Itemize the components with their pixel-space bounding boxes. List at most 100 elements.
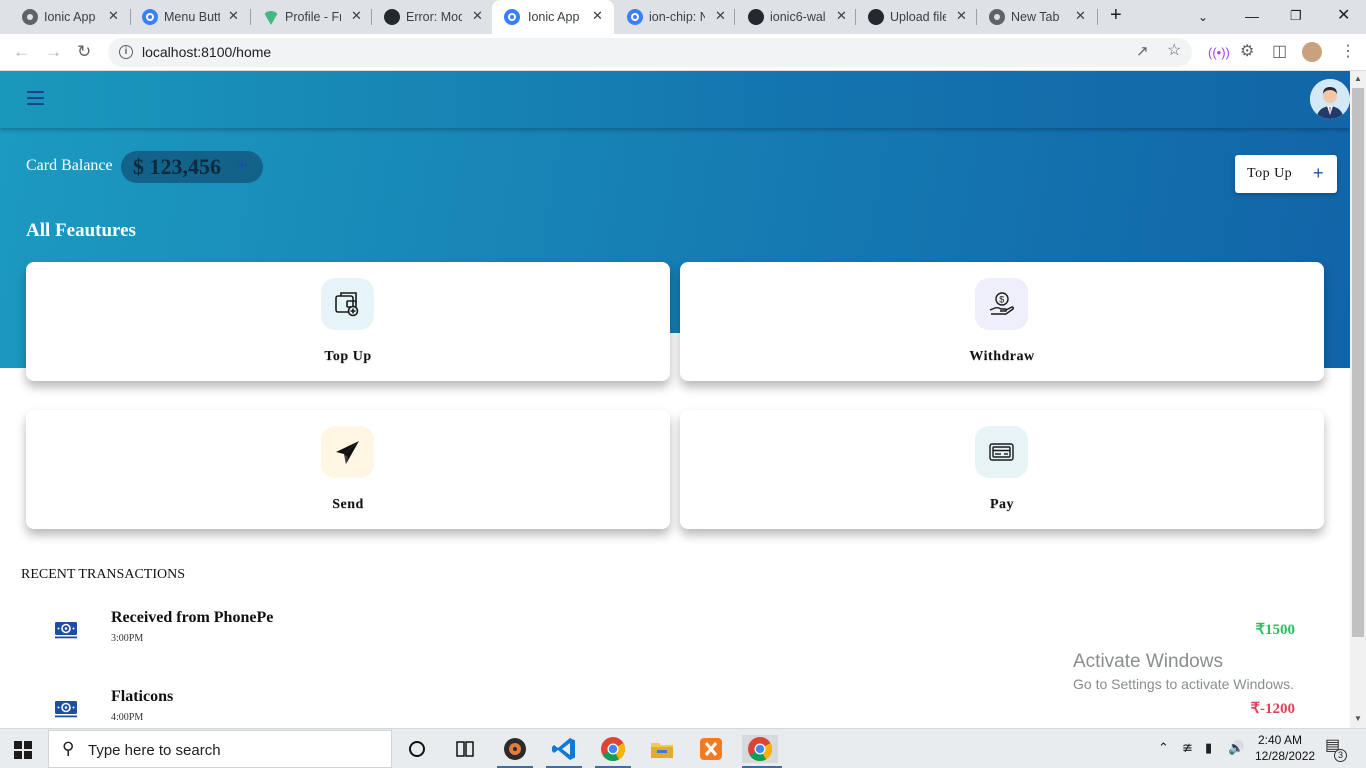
tab-search-icon[interactable]: ⌄ [1198, 7, 1208, 27]
browser-tab[interactable]: Error: Mod ✕ [362, 0, 492, 34]
browser-tab-active[interactable]: Ionic App ✕ [492, 0, 614, 34]
avatar[interactable] [1310, 79, 1350, 119]
scrollbar-thumb[interactable] [1352, 88, 1364, 637]
balance-chip[interactable]: $ 123,456 + [121, 151, 263, 183]
close-icon[interactable]: ✕ [715, 8, 726, 24]
info-icon[interactable]: i [119, 45, 133, 59]
ionic-icon [142, 9, 158, 25]
feature-label: Pay [989, 497, 1015, 512]
tab-title: Ionic App [44, 10, 96, 24]
watermark-subtitle: Go to Settings to activate Windows. [1073, 676, 1294, 692]
browser-tab[interactable]: Profile - Fr ✕ [241, 0, 371, 34]
scroll-down-icon[interactable]: ▼ [1354, 714, 1362, 724]
browser-tab[interactable]: Menu Butt ✕ [120, 0, 250, 34]
wifi-icon[interactable]: ≇ [1182, 740, 1193, 756]
vscode-icon[interactable] [550, 735, 578, 763]
browser-tab-strip: Ionic App ✕ Menu Butt ✕ Profile - Fr ✕ E… [0, 0, 1366, 34]
media-router-icon[interactable]: ((•)) [1208, 43, 1230, 63]
chrome-icon [22, 9, 38, 25]
tab-separator [1097, 9, 1098, 25]
media-app-icon[interactable] [501, 735, 529, 763]
windows-start-icon[interactable] [14, 741, 32, 759]
browser-tab[interactable]: Ionic App ✕ [0, 0, 130, 34]
menu-icon[interactable] [27, 91, 45, 107]
feature-card-pay[interactable]: Pay [680, 410, 1324, 529]
close-icon[interactable]: ✕ [108, 8, 119, 24]
chrome-menu-icon[interactable]: ⋮ [1340, 42, 1356, 62]
transaction-time: 4:00PM [111, 712, 144, 723]
volume-icon[interactable]: 🔊 [1228, 740, 1244, 756]
github-icon [868, 9, 884, 25]
windows-taskbar: ⚲ Type here to search ⌃ ≇ ▮ 🔊 2:40 AM 12… [0, 728, 1366, 768]
close-icon[interactable]: ✕ [228, 8, 239, 24]
search-placeholder[interactable]: Type here to search [88, 742, 221, 759]
ionic-icon [627, 9, 643, 25]
close-icon[interactable]: ✕ [472, 8, 483, 24]
top-up-button-label: Top Up [1247, 166, 1293, 181]
bookmark-star-icon[interactable]: ☆ [1167, 41, 1181, 61]
clock[interactable]: 2:40 AM 12/28/2022 [1255, 732, 1315, 764]
browser-tab[interactable]: Upload file ✕ [846, 0, 976, 34]
feature-label: Top Up [324, 349, 372, 364]
banknote-icon [54, 619, 78, 644]
cortana-icon[interactable] [403, 735, 431, 763]
back-icon[interactable]: ← [13, 42, 30, 62]
restore-icon[interactable]: ❐ [1290, 6, 1302, 26]
xampp-icon[interactable] [697, 735, 725, 763]
transaction-amount: ₹-1200 [1250, 701, 1295, 717]
transaction-name: Received from PhonePe [111, 609, 274, 626]
vue-icon [263, 11, 279, 25]
browser-tab[interactable]: New Tab ✕ [967, 0, 1097, 34]
browser-tab[interactable]: ion-chip: N ✕ [605, 0, 735, 34]
credit-card-icon [975, 426, 1028, 478]
transaction-row[interactable]: Flaticons 4:00PM ₹-1200 [0, 688, 1350, 728]
window-close-icon[interactable]: ✕ [1337, 6, 1350, 26]
money-hand-icon: $ [975, 278, 1028, 330]
browser-toolbar: ← → ↻ i localhost:8100/home ↗ ☆ ((•)) ⚙ … [0, 34, 1366, 71]
svg-text:$: $ [999, 294, 1004, 304]
feature-label: Send [332, 497, 364, 512]
task-view-icon[interactable] [451, 735, 479, 763]
feature-card-top-up[interactable]: Top Up [26, 262, 670, 381]
chrome-icon[interactable] [599, 735, 627, 763]
browser-tab[interactable]: ionic6-wall ✕ [726, 0, 856, 34]
app-viewport: Card Balance $ 123,456 + Top Up + All Fe… [0, 71, 1350, 728]
address-bar[interactable]: i localhost:8100/home ↗ ☆ [108, 38, 1192, 67]
profile-avatar[interactable] [1302, 42, 1322, 62]
share-icon[interactable]: ↗ [1136, 42, 1149, 62]
minimize-icon[interactable]: — [1245, 6, 1259, 26]
transaction-time: 3:00PM [111, 633, 144, 644]
file-explorer-icon[interactable] [648, 735, 676, 763]
transaction-name: Flaticons [111, 688, 174, 705]
tab-title: Ionic App [528, 10, 580, 24]
tab-title: Menu Butt [164, 10, 220, 24]
side-panel-icon[interactable]: ◫ [1272, 42, 1287, 62]
battery-icon[interactable]: ▮ [1205, 740, 1212, 756]
top-up-button[interactable]: Top Up + [1235, 155, 1337, 193]
tab-title: New Tab [1011, 10, 1060, 24]
recent-transactions-title: RECENT TRANSACTIONS [21, 567, 186, 582]
add-icon[interactable]: + [236, 154, 248, 178]
chrome-icon[interactable] [742, 735, 778, 763]
new-tab-button[interactable]: + [1110, 5, 1122, 25]
search-icon: ⚲ [62, 739, 75, 758]
add-icon: + [1313, 163, 1324, 183]
transaction-amount: ₹1500 [1255, 622, 1295, 638]
feature-card-withdraw[interactable]: $ Withdraw [680, 262, 1324, 381]
github-icon [748, 9, 764, 25]
extensions-icon[interactable]: ⚙ [1240, 42, 1254, 62]
url-text[interactable]: localhost:8100/home [142, 44, 271, 61]
close-icon[interactable]: ✕ [1075, 8, 1086, 24]
feature-card-send[interactable]: Send [26, 410, 670, 529]
chevron-up-icon[interactable]: ⌃ [1158, 740, 1169, 756]
scroll-up-icon[interactable]: ▲ [1354, 74, 1362, 84]
balance-value: $ 123,456 [133, 154, 221, 179]
close-icon[interactable]: ✕ [592, 8, 603, 24]
taskbar-search[interactable]: ⚲ Type here to search [48, 730, 392, 768]
close-icon[interactable]: ✕ [351, 8, 362, 24]
close-icon[interactable]: ✕ [956, 8, 967, 24]
watermark-title: Activate Windows [1073, 651, 1223, 672]
page-scrollbar[interactable]: ▲ ▼ [1350, 71, 1366, 728]
forward-icon[interactable]: → [45, 42, 62, 62]
reload-icon[interactable]: ↻ [77, 42, 91, 62]
